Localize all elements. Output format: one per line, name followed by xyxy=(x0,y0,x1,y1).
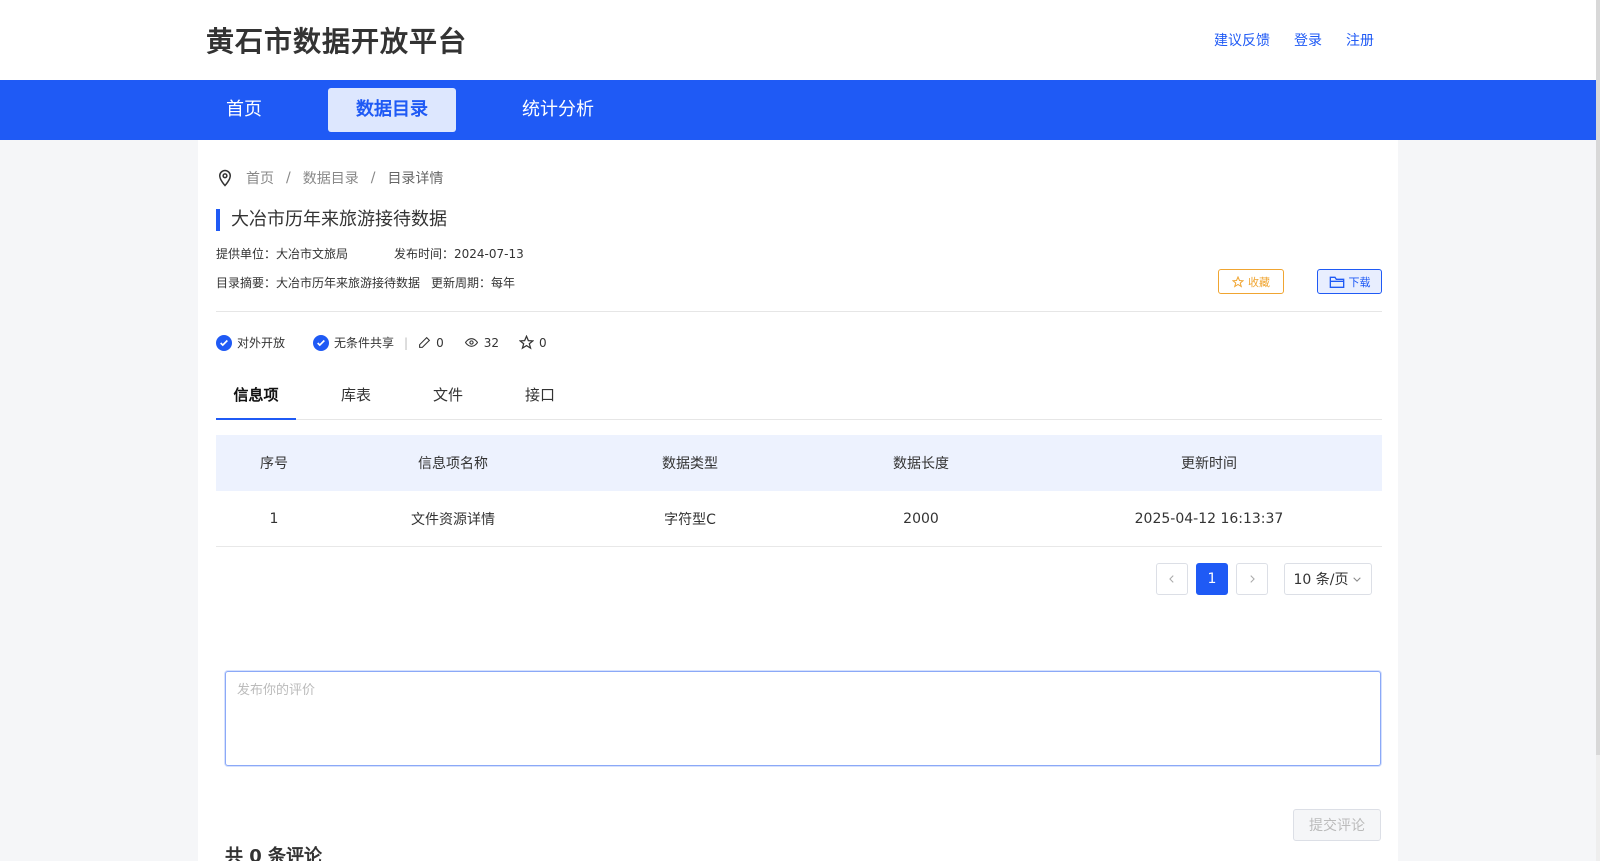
prev-page-button[interactable] xyxy=(1156,563,1188,595)
column-header: 数据长度 xyxy=(893,456,949,472)
login-link[interactable]: 登录 xyxy=(1294,30,1322,50)
star-icon xyxy=(1232,275,1244,288)
tab-info-items[interactable]: 信息项 xyxy=(216,376,296,420)
tab-api[interactable]: 接口 xyxy=(516,376,564,420)
cycle-value: 每年 xyxy=(491,276,516,290)
page-size-value: 10 条/页 xyxy=(1293,572,1349,588)
summary-value: 大冶市历年来旅游接待数据 xyxy=(276,276,421,290)
nav-home[interactable]: 首页 xyxy=(206,88,282,132)
table-cell: 2025-04-12 16:13:37 xyxy=(1134,510,1284,527)
stats-separator: | xyxy=(404,335,409,350)
share-label: 无条件共享 xyxy=(334,336,395,350)
column-header: 信息项名称 xyxy=(418,456,488,472)
column-header: 更新时间 xyxy=(1181,456,1237,472)
table-header: 序号 信息项名称 数据类型 数据长度 更新时间 xyxy=(216,435,1382,491)
breadcrumb: 首页 / 数据目录 / 目录详情 xyxy=(216,168,443,188)
table-cell: 2000 xyxy=(903,510,939,527)
open-label: 对外开放 xyxy=(237,336,286,350)
star-outline-icon xyxy=(519,335,534,350)
eye-icon xyxy=(464,338,478,347)
meta-divider xyxy=(216,311,1382,312)
tab-files[interactable]: 文件 xyxy=(424,376,472,420)
provider-label: 提供单位： xyxy=(216,247,277,261)
table-row: 1 文件资源详情 字符型C 2000 2025-04-12 16:13:37 xyxy=(216,491,1382,547)
pencil-icon xyxy=(419,336,431,348)
share-badge: 无条件共享 xyxy=(313,334,394,351)
check-circle-icon xyxy=(216,334,232,351)
top-links: 建议反馈 登录 注册 xyxy=(1214,30,1374,50)
page-title: 大冶市历年来旅游接待数据 xyxy=(216,209,447,231)
edit-count: 0 xyxy=(418,336,444,350)
main-nav: 首页 数据目录 统计分析 xyxy=(0,80,1596,140)
nav-statistics[interactable]: 统计分析 xyxy=(510,88,606,132)
star-count-value: 0 xyxy=(539,335,547,350)
feedback-link[interactable]: 建议反馈 xyxy=(1214,30,1270,50)
info-items-table: 序号 信息项名称 数据类型 数据长度 更新时间 1 文件资源详情 字符型C 20… xyxy=(216,435,1382,547)
breadcrumb-separator: / xyxy=(286,170,291,186)
check-circle-icon xyxy=(313,334,330,351)
cycle-label: 更新周期： xyxy=(431,276,492,290)
column-header: 数据类型 xyxy=(662,456,718,472)
view-count: 32 xyxy=(464,336,499,350)
top-header: 黄石市数据开放平台 建议反馈 登录 注册 xyxy=(0,0,1596,80)
provider-value: 大冶市文旅局 xyxy=(276,247,349,261)
table-cell: 1 xyxy=(269,510,279,527)
chevron-right-icon xyxy=(1250,575,1255,583)
chevron-down-icon xyxy=(1353,577,1362,582)
chevron-left-icon xyxy=(1169,575,1174,583)
publish-meta: 发布时间：2024-07-13 xyxy=(394,245,524,262)
favorite-button[interactable]: 收藏 xyxy=(1218,269,1284,294)
comment-input[interactable] xyxy=(225,671,1381,766)
column-header: 序号 xyxy=(260,456,288,472)
favorite-label: 收藏 xyxy=(1248,276,1270,289)
cycle-meta: 更新周期：每年 xyxy=(431,274,515,291)
detail-tabs: 信息项 库表 文件 接口 xyxy=(216,376,1382,420)
table-cell: 文件资源详情 xyxy=(411,511,495,528)
provider-meta: 提供单位：大冶市文旅局 xyxy=(216,245,348,262)
detail-card: 首页 / 数据目录 / 目录详情 大冶市历年来旅游接待数据 提供单位：大冶市文旅… xyxy=(198,140,1398,861)
publish-label: 发布时间： xyxy=(394,247,455,261)
download-label: 下载 xyxy=(1348,276,1371,289)
breadcrumb-separator: / xyxy=(370,170,376,186)
folder-icon xyxy=(1329,276,1344,288)
location-icon xyxy=(218,169,232,187)
register-link[interactable]: 注册 xyxy=(1346,30,1374,50)
pagination: 1 10 条/页 xyxy=(1156,563,1372,595)
breadcrumb-current: 目录详情 xyxy=(387,171,444,187)
next-page-button[interactable] xyxy=(1236,563,1268,595)
view-count-value: 32 xyxy=(483,335,499,350)
stats-bar: 对外开放 无条件共享 | 0 32 0 xyxy=(216,334,547,351)
page-1-button[interactable]: 1 xyxy=(1196,563,1228,595)
nav-catalog[interactable]: 数据目录 xyxy=(328,88,456,132)
open-badge: 对外开放 xyxy=(216,334,285,351)
star-count: 0 xyxy=(519,335,547,350)
breadcrumb-catalog[interactable]: 数据目录 xyxy=(303,168,359,188)
summary-label: 目录摘要： xyxy=(216,276,277,290)
scrollbar-thumb[interactable] xyxy=(1596,0,1600,755)
site-logo[interactable]: 黄石市数据开放平台 xyxy=(206,20,467,60)
summary-meta: 目录摘要：大冶市历年来旅游接待数据 xyxy=(216,274,420,291)
page-size-select[interactable]: 10 条/页 xyxy=(1284,563,1372,595)
table-cell: 字符型C xyxy=(664,511,716,528)
comment-count: 共 0 条评论 xyxy=(225,846,323,861)
submit-comment-button[interactable]: 提交评论 xyxy=(1293,809,1381,841)
edit-count-value: 0 xyxy=(436,335,444,350)
download-button[interactable]: 下载 xyxy=(1317,269,1382,294)
publish-value: 2024-07-13 xyxy=(454,247,524,261)
breadcrumb-home[interactable]: 首页 xyxy=(246,168,274,188)
tab-db-tables[interactable]: 库表 xyxy=(332,376,380,420)
